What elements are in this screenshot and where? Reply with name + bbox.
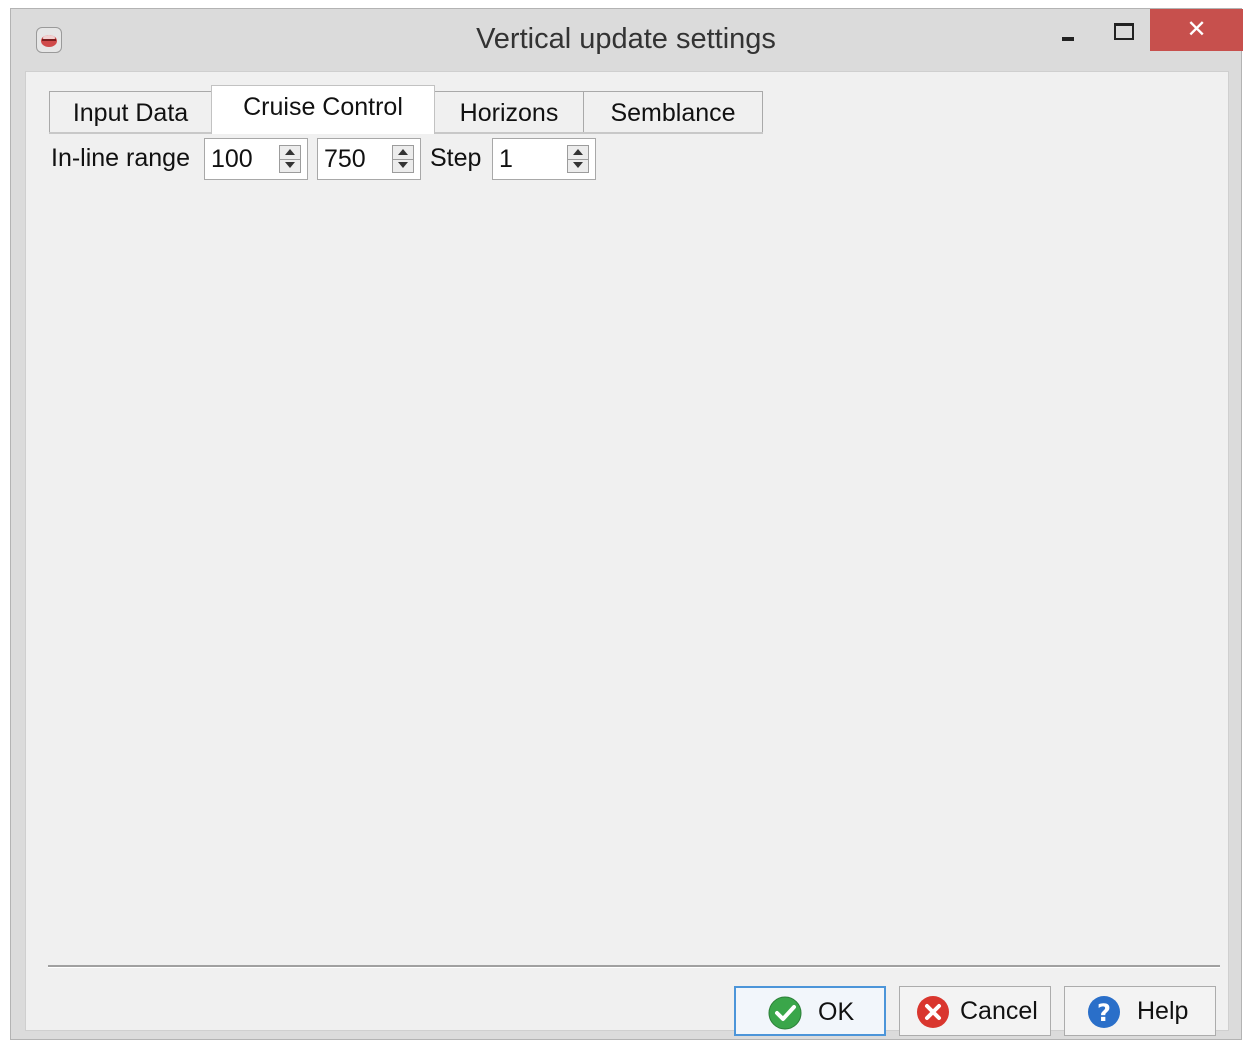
range-start-input[interactable] <box>211 145 271 174</box>
dialog-window: Vertical update settings ✕ Input Data Cr… <box>10 8 1243 1040</box>
cancel-icon <box>917 996 949 1028</box>
footer-separator <box>48 965 1220 968</box>
maximize-icon <box>1114 23 1134 40</box>
help-label: Help <box>1137 997 1189 1025</box>
close-button[interactable]: ✕ <box>1150 9 1243 51</box>
close-icon: ✕ <box>1186 15 1207 43</box>
spin-up-icon[interactable] <box>280 146 300 160</box>
inline-range-label: In-line range <box>51 144 190 172</box>
tab-input-data[interactable]: Input Data <box>49 91 212 133</box>
dialog-content: Input Data Cruise Control Horizons Sembl… <box>25 71 1229 1036</box>
range-end-stepper[interactable] <box>392 145 414 173</box>
tab-semblance[interactable]: Semblance <box>583 91 763 133</box>
spin-up-icon[interactable] <box>568 146 588 160</box>
cancel-label: Cancel <box>960 997 1038 1025</box>
tab-horizons[interactable]: Horizons <box>434 91 584 133</box>
step-input[interactable] <box>499 145 559 174</box>
range-end-input[interactable] <box>324 145 384 174</box>
svg-text:?: ? <box>1097 999 1111 1027</box>
range-end-spinner[interactable] <box>317 138 421 180</box>
tab-cruise-control[interactable]: Cruise Control <box>211 85 435 134</box>
range-start-spinner[interactable] <box>204 138 308 180</box>
checkmark-icon <box>768 996 802 1030</box>
help-icon: ? <box>1088 996 1120 1028</box>
spin-down-icon[interactable] <box>280 159 300 172</box>
spin-down-icon[interactable] <box>393 159 413 172</box>
step-stepper[interactable] <box>567 145 589 173</box>
cancel-button[interactable]: Cancel <box>899 986 1051 1036</box>
step-label: Step <box>430 144 482 172</box>
step-spinner[interactable] <box>492 138 596 180</box>
ok-button[interactable]: OK <box>734 986 886 1036</box>
range-start-stepper[interactable] <box>279 145 301 173</box>
ok-label: OK <box>818 998 855 1026</box>
spin-down-icon[interactable] <box>568 159 588 172</box>
title-bar[interactable]: Vertical update settings ✕ <box>11 9 1243 71</box>
spin-up-icon[interactable] <box>393 146 413 160</box>
help-button[interactable]: ? Help <box>1064 986 1216 1036</box>
maximize-button[interactable] <box>1098 9 1148 51</box>
minimize-button[interactable] <box>1048 9 1098 51</box>
minimize-icon <box>1062 37 1074 41</box>
